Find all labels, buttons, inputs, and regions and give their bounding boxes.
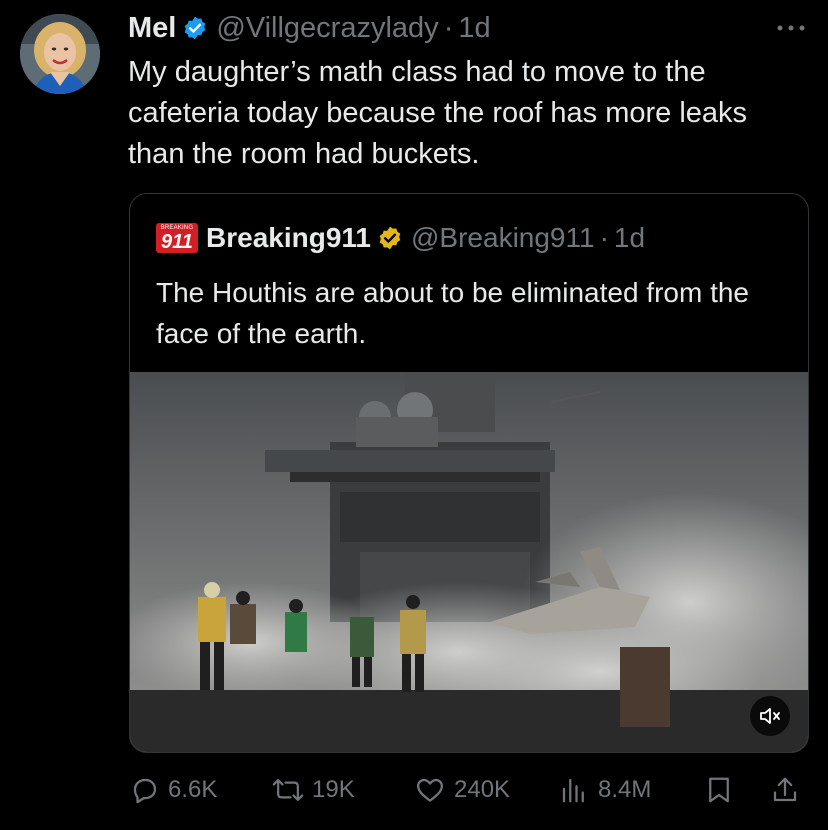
bookmark-button[interactable] — [704, 770, 742, 810]
verified-blue-icon[interactable] — [182, 15, 208, 41]
bookmark-icon — [709, 777, 729, 803]
action-bar: 6.6K 19K 240K 8.4M — [130, 770, 810, 810]
quoted-video[interactable] — [130, 372, 808, 752]
quoted-header: BREAKING 911 Breaking911 @Breaking911 · … — [156, 220, 645, 256]
tweet-header: Mel @Villgecrazylady · 1d — [128, 10, 491, 46]
share-button[interactable] — [770, 770, 808, 810]
more-icon[interactable] — [776, 14, 806, 38]
repost-icon — [272, 779, 304, 801]
views-count: 8.4M — [598, 776, 652, 803]
quoted-time[interactable]: 1d — [614, 222, 645, 254]
share-icon — [773, 777, 797, 802]
repost-count: 19K — [312, 776, 355, 803]
quoted-author-name[interactable]: Breaking911 — [206, 222, 371, 254]
reply-button[interactable]: 6.6K — [130, 770, 217, 810]
like-count: 240K — [454, 776, 511, 803]
quoted-separator: · — [599, 222, 609, 253]
like-icon — [417, 778, 443, 802]
tweet-text: My daughter’s math class had to move to … — [128, 56, 748, 170]
reply-icon — [133, 778, 157, 804]
tweet-time[interactable]: 1d — [458, 12, 490, 45]
views-button[interactable]: 8.4M — [558, 770, 651, 810]
meta-separator: · — [443, 11, 454, 44]
avatar[interactable] — [20, 14, 100, 94]
mute-icon[interactable] — [750, 696, 790, 736]
quoted-handle[interactable]: @Breaking911 — [411, 222, 595, 254]
quoted-text: The Houthis are about to be eliminated f… — [156, 277, 750, 349]
views-icon — [562, 778, 584, 803]
avatar-image — [20, 14, 100, 94]
author-name[interactable]: Mel — [128, 12, 176, 45]
verified-gold-icon[interactable] — [377, 225, 403, 251]
quoted-tweet[interactable]: BREAKING 911 Breaking911 @Breaking911 · … — [129, 193, 809, 753]
repost-button[interactable]: 19K — [272, 770, 355, 810]
reply-count: 6.6K — [168, 776, 218, 803]
like-button[interactable]: 240K — [414, 770, 510, 810]
author-handle[interactable]: @Villgecrazylady — [216, 12, 438, 45]
video-frame-image — [130, 372, 808, 752]
breaking911-logo[interactable]: BREAKING 911 — [156, 223, 198, 253]
